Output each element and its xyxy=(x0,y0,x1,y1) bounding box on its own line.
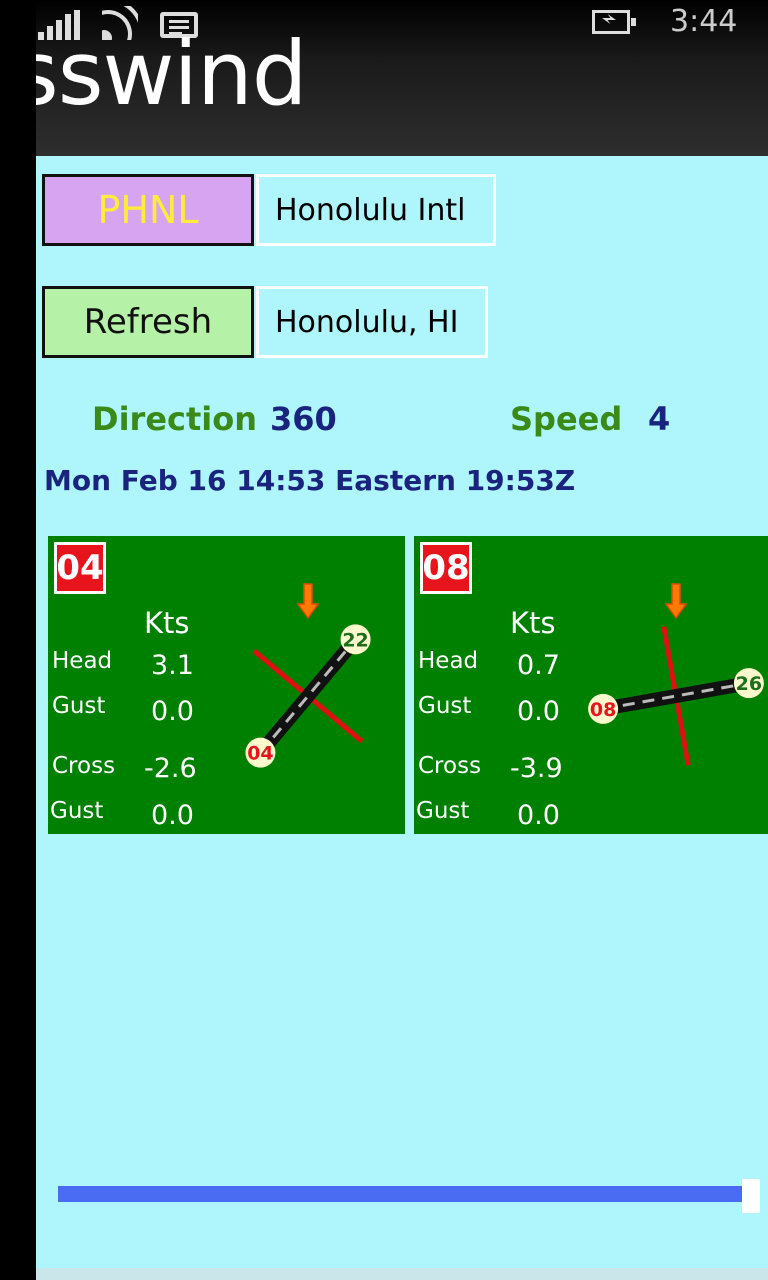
wind-arrow-icon xyxy=(296,583,320,620)
runway-panel[interactable]: 04 Kts Head 3.1 Gust 0.0 Cross -2.6 Gust… xyxy=(48,536,405,834)
app-title: osswind xyxy=(0,22,308,125)
slider-track[interactable] xyxy=(58,1186,746,1202)
wind-arrow-icon xyxy=(664,583,688,620)
direction-label: Direction xyxy=(92,400,258,438)
runway-diagram: 04 22 xyxy=(245,583,371,768)
runway-end-label: 26 xyxy=(736,673,762,695)
runway-diagram: 08 26 xyxy=(588,583,764,766)
runway-end-label: 08 xyxy=(590,699,616,721)
status-time: 3:44 xyxy=(670,4,738,39)
refresh-button[interactable]: Refresh xyxy=(42,286,254,358)
airport-city-field[interactable]: Honolulu, HI xyxy=(256,286,488,358)
airport-name-field[interactable]: Honolulu Intl xyxy=(256,174,496,246)
battery-charging-icon xyxy=(592,10,636,34)
left-edge xyxy=(0,0,36,1280)
runway-panel[interactable]: 08 Kts Head 0.7 Gust 0.0 Cross -3.9 Gust… xyxy=(414,536,768,834)
runway-end-label: 04 xyxy=(247,743,273,765)
runway-end-label: 22 xyxy=(342,629,368,651)
main-content: PHNL Honolulu Intl Refresh Honolulu, HI … xyxy=(36,156,768,1268)
airport-code-button[interactable]: PHNL xyxy=(42,174,254,246)
speed-value: 4 xyxy=(648,400,671,438)
slider-thumb[interactable] xyxy=(742,1179,760,1213)
direction-value: 360 xyxy=(270,400,337,438)
title-bar: 3:44 osswind xyxy=(0,0,768,156)
observation-time: Mon Feb 16 14:53 Eastern 19:53Z xyxy=(44,464,576,497)
speed-label: Speed xyxy=(510,400,623,438)
bottom-strip xyxy=(36,1268,768,1280)
